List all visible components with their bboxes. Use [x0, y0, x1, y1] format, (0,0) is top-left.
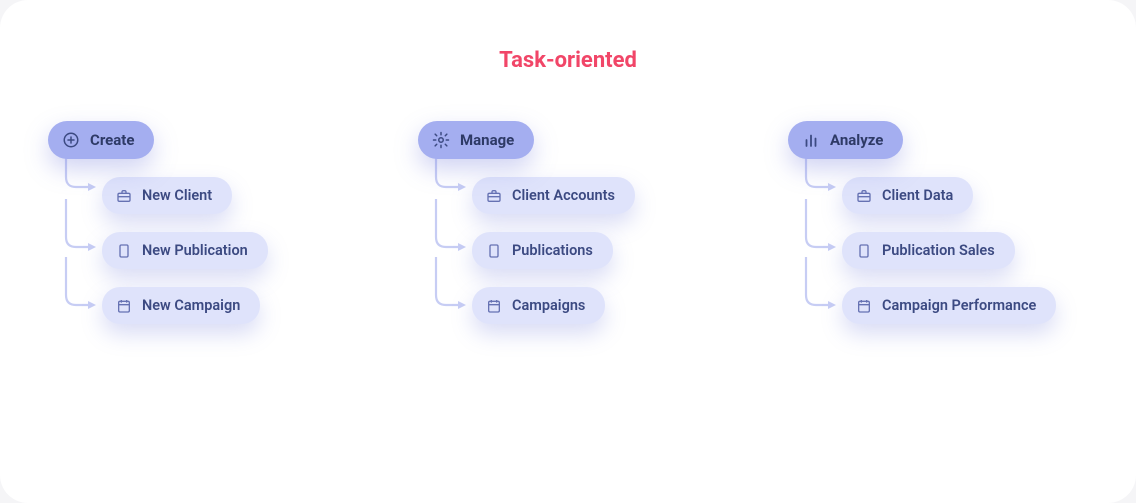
- head-label: Manage: [460, 131, 514, 149]
- column-create: Create New Client: [48, 121, 348, 324]
- child-label: Campaigns: [512, 297, 585, 314]
- child-new-client: New Client: [102, 177, 232, 214]
- briefcase-icon: [856, 188, 872, 204]
- child-row: New Client: [48, 177, 348, 214]
- child-label: Publications: [512, 242, 593, 259]
- child-new-publication: New Publication: [102, 232, 268, 269]
- child-label: Client Accounts: [512, 187, 615, 204]
- bar-chart-icon: [802, 131, 820, 149]
- child-publication-sales: Publication Sales: [842, 232, 1015, 269]
- child-row: New Publication: [48, 232, 348, 269]
- child-label: New Campaign: [142, 297, 240, 314]
- gear-icon: [432, 131, 450, 149]
- calendar-icon: [116, 298, 132, 314]
- calendar-icon: [486, 298, 502, 314]
- child-row: Campaign Performance: [788, 287, 1088, 324]
- children-manage: Client Accounts Publications: [418, 177, 718, 324]
- child-publications: Publications: [472, 232, 613, 269]
- child-row: Publication Sales: [788, 232, 1088, 269]
- plus-circle-icon: [62, 131, 80, 149]
- child-new-campaign: New Campaign: [102, 287, 260, 324]
- column-manage: Manage Client Accounts: [418, 121, 718, 324]
- column-analyze: Analyze Client Data: [788, 121, 1088, 324]
- child-campaigns: Campaigns: [472, 287, 605, 324]
- document-icon: [856, 243, 872, 259]
- document-icon: [486, 243, 502, 259]
- child-label: Publication Sales: [882, 242, 995, 259]
- child-campaign-performance: Campaign Performance: [842, 287, 1056, 324]
- calendar-icon: [856, 298, 872, 314]
- head-create: Create: [48, 121, 154, 159]
- child-row: Campaigns: [418, 287, 718, 324]
- head-analyze: Analyze: [788, 121, 903, 159]
- head-label: Analyze: [830, 131, 883, 149]
- columns-wrapper: Create New Client: [40, 121, 1096, 324]
- child-label: Client Data: [882, 187, 953, 204]
- diagram-canvas: Task-oriented Create New: [0, 0, 1136, 503]
- child-client-data: Client Data: [842, 177, 973, 214]
- child-label: Campaign Performance: [882, 297, 1036, 314]
- child-label: New Publication: [142, 242, 248, 259]
- child-row: Client Data: [788, 177, 1088, 214]
- child-label: New Client: [142, 187, 212, 204]
- children-analyze: Client Data Publication Sales: [788, 177, 1088, 324]
- head-manage: Manage: [418, 121, 534, 159]
- child-row: New Campaign: [48, 287, 348, 324]
- head-label: Create: [90, 131, 134, 149]
- diagram-title: Task-oriented: [40, 48, 1096, 73]
- child-row: Publications: [418, 232, 718, 269]
- briefcase-icon: [486, 188, 502, 204]
- children-create: New Client New Publication: [48, 177, 348, 324]
- child-client-accounts: Client Accounts: [472, 177, 635, 214]
- document-icon: [116, 243, 132, 259]
- child-row: Client Accounts: [418, 177, 718, 214]
- briefcase-icon: [116, 188, 132, 204]
